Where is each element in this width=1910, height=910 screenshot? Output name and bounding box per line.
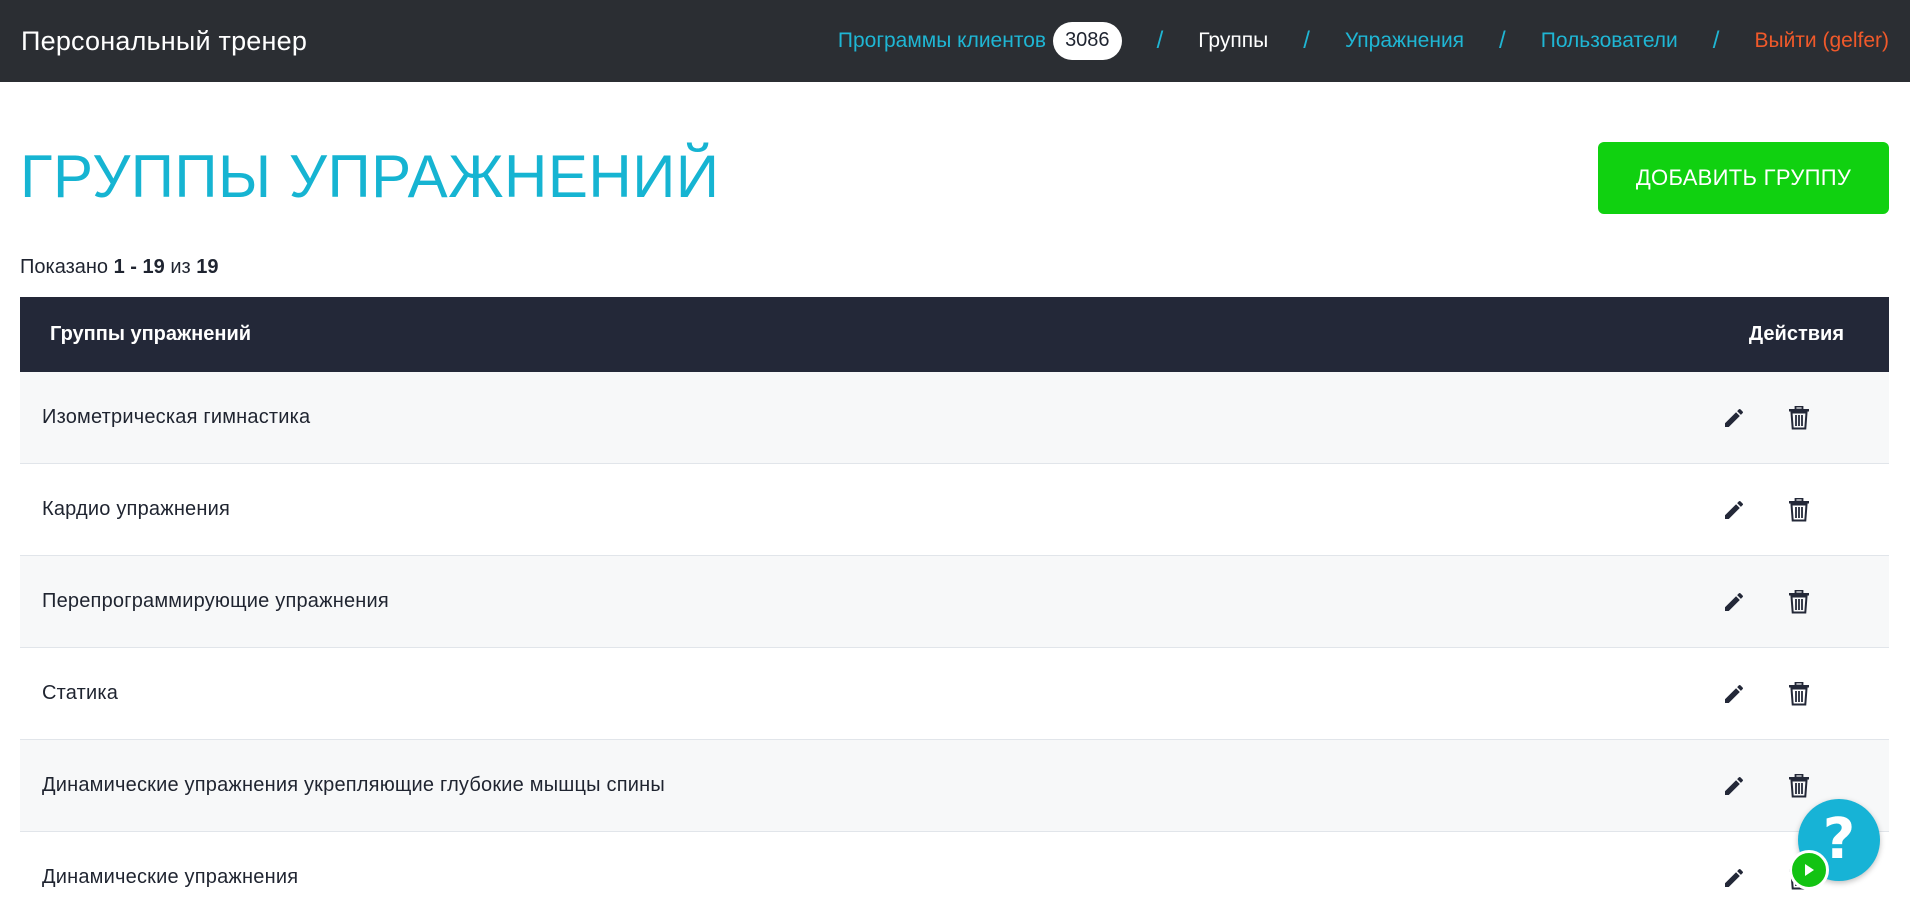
delete-button[interactable] — [1784, 679, 1814, 709]
nav-separator: / — [1303, 27, 1310, 54]
edit-button[interactable] — [1719, 495, 1749, 525]
exercise-groups-table: Группы упражнений Действия Изометрическа… — [20, 297, 1889, 910]
question-icon: ? — [1822, 807, 1856, 872]
group-name[interactable]: Перепрограммирующие упражнения — [42, 590, 389, 613]
trash-icon — [1789, 497, 1809, 521]
row-actions — [1719, 495, 1889, 525]
brand-title[interactable]: Персональный тренер — [21, 26, 307, 57]
showing-range: 1 - 19 — [113, 256, 165, 278]
nav-link-exercises[interactable]: Упражнения — [1345, 29, 1464, 53]
trash-icon — [1789, 773, 1809, 797]
delete-button[interactable] — [1784, 771, 1814, 801]
add-group-button[interactable]: ДОБАВИТЬ ГРУППУ — [1598, 142, 1889, 214]
pencil-icon — [1725, 408, 1744, 427]
row-actions — [1719, 587, 1889, 617]
nav-link-client-programs[interactable]: Программы клиентов — [838, 29, 1046, 53]
play-icon — [1805, 864, 1814, 876]
client-programs-count-badge: 3086 — [1053, 22, 1122, 60]
nav-link-groups[interactable]: Группы — [1198, 29, 1268, 53]
row-actions — [1719, 771, 1889, 801]
table-row: Статика — [20, 648, 1889, 740]
nav-link-users[interactable]: Пользователи — [1541, 29, 1678, 53]
trash-icon — [1789, 589, 1809, 613]
main-nav: Программы клиентов 3086 / Группы / Упраж… — [838, 22, 1889, 60]
row-actions — [1719, 679, 1889, 709]
group-name[interactable]: Статика — [42, 682, 118, 705]
pencil-icon — [1725, 868, 1744, 887]
table-row: Изометрическая гимнастика — [20, 372, 1889, 464]
delete-button[interactable] — [1784, 495, 1814, 525]
delete-button[interactable] — [1784, 587, 1814, 617]
group-name[interactable]: Изометрическая гимнастика — [42, 406, 310, 429]
edit-button[interactable] — [1719, 863, 1749, 893]
edit-button[interactable] — [1719, 771, 1749, 801]
nav-separator: / — [1499, 27, 1506, 54]
table-body: Изометрическая гимнастика Кардио упражне… — [20, 372, 1889, 910]
showing-prefix: Показано — [20, 256, 109, 278]
table-header: Группы упражнений Действия — [20, 297, 1889, 372]
table-row: Динамические упражнения — [20, 832, 1889, 910]
page-title: ГРУППЫ УПРАЖНЕНИЙ — [20, 143, 720, 210]
table-row: Динамические упражнения укрепляющие глуб… — [20, 740, 1889, 832]
edit-button[interactable] — [1719, 679, 1749, 709]
nav-link-logout[interactable]: Выйти (gelfer) — [1754, 29, 1889, 53]
column-header-groups[interactable]: Группы упражнений — [50, 323, 251, 346]
group-name[interactable]: Динамические упражнения укрепляющие глуб… — [42, 774, 665, 797]
table-row: Кардио упражнения — [20, 464, 1889, 556]
column-header-actions: Действия — [1748, 323, 1844, 345]
table-row: Перепрограммирующие упражнения — [20, 556, 1889, 648]
showing-of: из — [170, 256, 191, 278]
pagination-summary: Показано 1 - 19 из 19 — [20, 256, 218, 279]
pencil-icon — [1725, 684, 1744, 703]
nav-separator: / — [1156, 27, 1164, 54]
row-actions — [1719, 403, 1889, 433]
top-navbar: Персональный тренер Программы клиентов 3… — [0, 0, 1910, 82]
trash-icon — [1789, 405, 1809, 429]
edit-button[interactable] — [1719, 403, 1749, 433]
showing-total: 19 — [196, 256, 219, 278]
edit-button[interactable] — [1719, 587, 1749, 617]
play-button[interactable] — [1789, 850, 1829, 890]
pencil-icon — [1725, 776, 1744, 795]
nav-separator: / — [1712, 27, 1720, 54]
trash-icon — [1789, 681, 1809, 705]
pencil-icon — [1725, 500, 1744, 519]
group-name[interactable]: Динамические упражнения — [42, 866, 298, 889]
delete-button[interactable] — [1784, 403, 1814, 433]
pencil-icon — [1725, 592, 1744, 611]
group-name[interactable]: Кардио упражнения — [42, 498, 230, 521]
